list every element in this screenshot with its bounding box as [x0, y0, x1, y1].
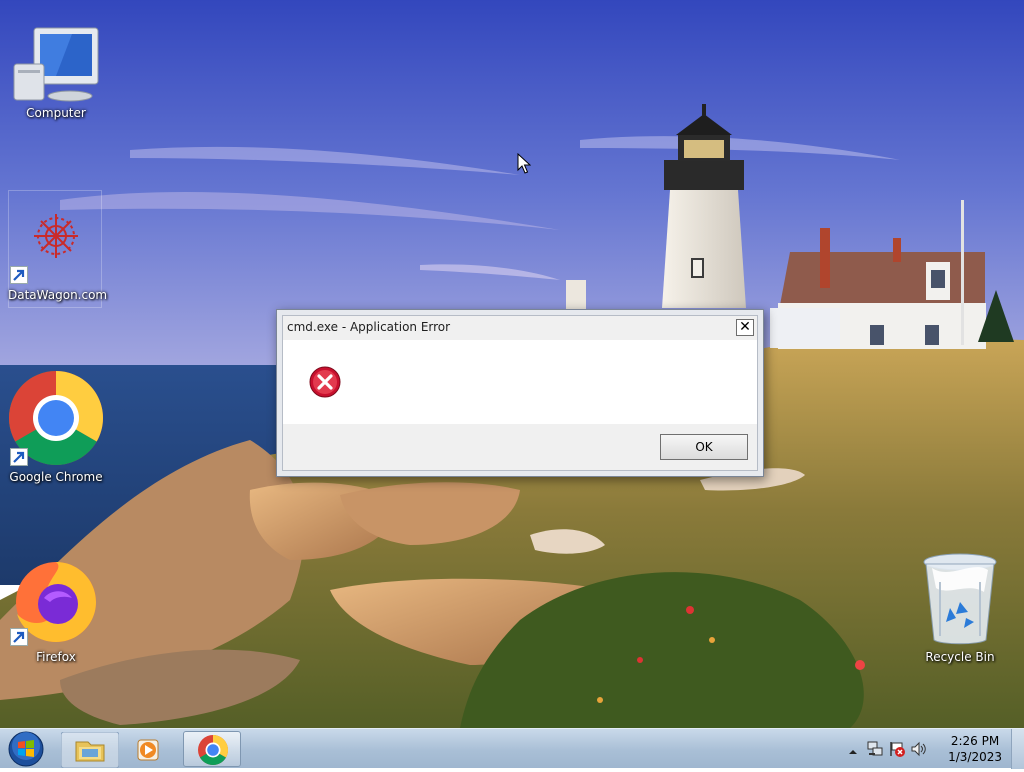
shortcut-arrow-icon — [10, 448, 28, 466]
show-desktop-button[interactable] — [1011, 729, 1024, 769]
datawagon-icon — [8, 206, 104, 284]
computer-icon — [12, 24, 100, 102]
start-orb-icon — [8, 731, 44, 767]
notification-area: 2:26 PM 1/3/2023 — [834, 729, 1024, 769]
chrome-icon — [8, 370, 104, 466]
chrome-icon — [198, 735, 229, 766]
dialog-title: cmd.exe - Application Error — [287, 320, 451, 334]
network-icon[interactable] — [866, 740, 884, 762]
desktop-icon-firefox[interactable]: Firefox — [8, 556, 104, 664]
desktop-icon-recycle-bin[interactable]: Recycle Bin — [912, 552, 1008, 664]
desktop-icon-datawagon[interactable]: DataWagon.com — [8, 206, 108, 302]
close-button[interactable]: ✕ — [736, 319, 754, 336]
desktop-icon-label: Recycle Bin — [925, 650, 995, 664]
desktop-icon-computer[interactable]: Computer — [8, 24, 104, 120]
shortcut-arrow-icon — [10, 266, 28, 284]
shortcut-arrow-icon — [10, 628, 28, 646]
dialog-titlebar[interactable]: cmd.exe - Application Error ✕ — [283, 316, 757, 340]
desktop-icon-label: Computer — [26, 106, 86, 120]
action-center-flag-icon[interactable] — [888, 740, 906, 762]
volume-icon[interactable] — [910, 740, 928, 762]
firefox-icon — [8, 556, 104, 646]
desktop-icon-label: Firefox — [36, 650, 76, 664]
clock-time: 2:26 PM — [950, 734, 1000, 748]
mouse-cursor-icon — [517, 152, 532, 179]
start-button[interactable] — [4, 730, 48, 768]
clock-date: 1/3/2023 — [948, 750, 1002, 764]
show-hidden-icons-arrow[interactable] — [848, 742, 858, 761]
taskbar-media-player[interactable] — [122, 731, 180, 767]
dialog-frame: cmd.exe - Application Error ✕ OK — [282, 315, 758, 471]
taskbar: 2:26 PM 1/3/2023 — [0, 728, 1024, 769]
error-icon — [309, 366, 341, 402]
file-explorer-icon — [60, 731, 120, 769]
media-player-icon — [137, 739, 159, 761]
desktop-icon-google-chrome[interactable]: Google Chrome — [8, 370, 104, 484]
recycle-bin-icon — [920, 552, 1000, 646]
taskbar-file-explorer[interactable] — [60, 731, 120, 769]
desktop-icon-label: DataWagon.com — [8, 288, 108, 302]
desktop-icon-label: Google Chrome — [9, 470, 103, 484]
taskbar-chrome[interactable] — [183, 731, 241, 767]
system-clock[interactable]: 2:26 PM 1/3/2023 — [948, 733, 1002, 765]
application-error-dialog[interactable]: cmd.exe - Application Error ✕ OK — [276, 309, 764, 477]
dialog-content — [283, 340, 757, 424]
ok-button[interactable]: OK — [660, 434, 748, 460]
